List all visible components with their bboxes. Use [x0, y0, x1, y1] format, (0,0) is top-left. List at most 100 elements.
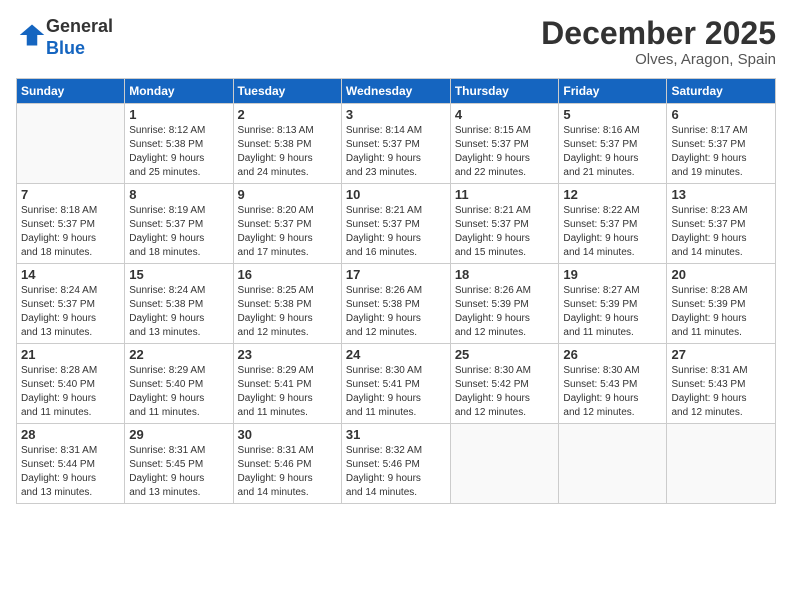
day-number: 20: [671, 267, 771, 282]
day-cell: 3Sunrise: 8:14 AM Sunset: 5:37 PM Daylig…: [341, 104, 450, 184]
logo-blue: Blue: [46, 38, 85, 58]
header-monday: Monday: [125, 79, 233, 104]
day-cell: 4Sunrise: 8:15 AM Sunset: 5:37 PM Daylig…: [450, 104, 559, 184]
day-cell: 8 Sunrise: 8:19 AM Sunset: 5:37 PM Daylig…: [125, 184, 233, 264]
day-cell: 23 Sunrise: 8:29 AM Sunset: 5:41 PM Dayli…: [233, 344, 341, 424]
day-number: 18: [455, 267, 555, 282]
week-row-2: 14 Sunrise: 8:24 AM Sunset: 5:37 PM Dayli…: [17, 264, 776, 344]
day-cell: 1 Sunrise: 8:12 AM Sunset: 5:38 PM Daylig…: [125, 104, 233, 184]
day-number: 9: [238, 187, 337, 202]
day-cell: 28Sunrise: 8:31 AM Sunset: 5:44 PM Dayli…: [17, 424, 125, 504]
week-row-3: 21 Sunrise: 8:28 AM Sunset: 5:40 PM Dayli…: [17, 344, 776, 424]
day-info: Sunrise: 8:31 AM Sunset: 5:45 PM Dayligh…: [129, 444, 228, 500]
day-cell: 6 Sunrise: 8:17 AM Sunset: 5:37 PM Daylig…: [667, 104, 776, 184]
calendar-table: SundayMondayTuesdayWednesdayThursdayFrid…: [16, 78, 776, 504]
day-number: 14: [21, 267, 120, 282]
day-number: 27: [671, 347, 771, 362]
header-tuesday: Tuesday: [233, 79, 341, 104]
day-number: 12: [563, 187, 662, 202]
day-info: Sunrise: 8:21 AM Sunset: 5:37 PM Dayligh…: [346, 204, 446, 260]
day-info: Sunrise: 8:24 AM Sunset: 5:38 PM Dayligh…: [129, 284, 228, 340]
day-number: 17: [346, 267, 446, 282]
day-cell: 29 Sunrise: 8:31 AM Sunset: 5:45 PM Dayli…: [125, 424, 233, 504]
day-info: Sunrise: 8:28 AM Sunset: 5:40 PM Dayligh…: [21, 364, 120, 420]
day-cell: 5Sunrise: 8:16 AM Sunset: 5:37 PM Daylig…: [559, 104, 667, 184]
day-cell: 13 Sunrise: 8:23 AM Sunset: 5:37 PM Dayli…: [667, 184, 776, 264]
day-info: Sunrise: 8:24 AM Sunset: 5:37 PM Dayligh…: [21, 284, 120, 340]
day-number: 16: [238, 267, 337, 282]
day-number: 22: [129, 347, 228, 362]
day-info: Sunrise: 8:30 AM Sunset: 5:43 PM Dayligh…: [563, 364, 662, 420]
day-number: 10: [346, 187, 446, 202]
day-info: Sunrise: 8:18 AM Sunset: 5:37 PM Dayligh…: [21, 204, 120, 260]
day-number: 28: [21, 427, 120, 442]
day-info: Sunrise: 8:16 AM Sunset: 5:37 PM Dayligh…: [563, 124, 662, 180]
header-thursday: Thursday: [450, 79, 559, 104]
day-number: 21: [21, 347, 120, 362]
header-friday: Friday: [559, 79, 667, 104]
day-cell: 21 Sunrise: 8:28 AM Sunset: 5:40 PM Dayli…: [17, 344, 125, 424]
day-number: 4: [455, 107, 555, 122]
day-info: Sunrise: 8:29 AM Sunset: 5:40 PM Dayligh…: [129, 364, 228, 420]
day-info: Sunrise: 8:30 AM Sunset: 5:41 PM Dayligh…: [346, 364, 446, 420]
day-cell: 18 Sunrise: 8:26 AM Sunset: 5:39 PM Dayli…: [450, 264, 559, 344]
day-cell: 31Sunrise: 8:32 AM Sunset: 5:46 PM Dayli…: [341, 424, 450, 504]
week-row-4: 28Sunrise: 8:31 AM Sunset: 5:44 PM Dayli…: [17, 424, 776, 504]
day-cell: 26 Sunrise: 8:30 AM Sunset: 5:43 PM Dayli…: [559, 344, 667, 424]
day-cell: 17Sunrise: 8:26 AM Sunset: 5:38 PM Dayli…: [341, 264, 450, 344]
day-info: Sunrise: 8:14 AM Sunset: 5:37 PM Dayligh…: [346, 124, 446, 180]
day-number: 13: [671, 187, 771, 202]
day-cell: 12 Sunrise: 8:22 AM Sunset: 5:37 PM Dayli…: [559, 184, 667, 264]
day-info: Sunrise: 8:31 AM Sunset: 5:46 PM Dayligh…: [238, 444, 337, 500]
day-info: Sunrise: 8:21 AM Sunset: 5:37 PM Dayligh…: [455, 204, 555, 260]
day-cell: 15 Sunrise: 8:24 AM Sunset: 5:38 PM Dayli…: [125, 264, 233, 344]
day-cell: 24 Sunrise: 8:30 AM Sunset: 5:41 PM Dayli…: [341, 344, 450, 424]
day-cell: 30 Sunrise: 8:31 AM Sunset: 5:46 PM Dayli…: [233, 424, 341, 504]
day-number: 15: [129, 267, 228, 282]
day-info: Sunrise: 8:29 AM Sunset: 5:41 PM Dayligh…: [238, 364, 337, 420]
day-cell: 14 Sunrise: 8:24 AM Sunset: 5:37 PM Dayli…: [17, 264, 125, 344]
day-info: Sunrise: 8:28 AM Sunset: 5:39 PM Dayligh…: [671, 284, 771, 340]
day-info: Sunrise: 8:23 AM Sunset: 5:37 PM Dayligh…: [671, 204, 771, 260]
day-cell: 27Sunrise: 8:31 AM Sunset: 5:43 PM Dayli…: [667, 344, 776, 424]
day-number: 11: [455, 187, 555, 202]
day-cell: 16 Sunrise: 8:25 AM Sunset: 5:38 PM Dayli…: [233, 264, 341, 344]
day-info: Sunrise: 8:12 AM Sunset: 5:38 PM Dayligh…: [129, 124, 228, 180]
logo-general: General: [46, 16, 113, 36]
day-number: 26: [563, 347, 662, 362]
header-sunday: Sunday: [17, 79, 125, 104]
month-title: December 2025: [541, 16, 776, 51]
day-number: 7: [21, 187, 120, 202]
day-info: Sunrise: 8:17 AM Sunset: 5:37 PM Dayligh…: [671, 124, 771, 180]
day-number: 30: [238, 427, 337, 442]
day-number: 25: [455, 347, 555, 362]
day-number: 1: [129, 107, 228, 122]
day-cell: [667, 424, 776, 504]
day-info: Sunrise: 8:22 AM Sunset: 5:37 PM Dayligh…: [563, 204, 662, 260]
day-info: Sunrise: 8:26 AM Sunset: 5:39 PM Dayligh…: [455, 284, 555, 340]
day-info: Sunrise: 8:20 AM Sunset: 5:37 PM Dayligh…: [238, 204, 337, 260]
day-info: Sunrise: 8:25 AM Sunset: 5:38 PM Dayligh…: [238, 284, 337, 340]
day-cell: 19 Sunrise: 8:27 AM Sunset: 5:39 PM Dayli…: [559, 264, 667, 344]
day-number: 19: [563, 267, 662, 282]
day-cell: 22 Sunrise: 8:29 AM Sunset: 5:40 PM Dayli…: [125, 344, 233, 424]
day-number: 23: [238, 347, 337, 362]
logo-icon: [18, 21, 46, 49]
page-container: General Blue December 2025 Olves, Aragon…: [0, 0, 792, 514]
day-number: 24: [346, 347, 446, 362]
header-wednesday: Wednesday: [341, 79, 450, 104]
day-info: Sunrise: 8:30 AM Sunset: 5:42 PM Dayligh…: [455, 364, 555, 420]
day-number: 6: [671, 107, 771, 122]
day-cell: 11 Sunrise: 8:21 AM Sunset: 5:37 PM Dayli…: [450, 184, 559, 264]
header-row: General Blue December 2025 Olves, Aragon…: [16, 16, 776, 68]
day-number: 8: [129, 187, 228, 202]
location: Olves, Aragon, Spain: [541, 51, 776, 68]
day-number: 29: [129, 427, 228, 442]
day-cell: 2Sunrise: 8:13 AM Sunset: 5:38 PM Daylig…: [233, 104, 341, 184]
week-row-1: 7 Sunrise: 8:18 AM Sunset: 5:37 PM Daylig…: [17, 184, 776, 264]
day-info: Sunrise: 8:19 AM Sunset: 5:37 PM Dayligh…: [129, 204, 228, 260]
calendar-header-row: SundayMondayTuesdayWednesdayThursdayFrid…: [17, 79, 776, 104]
week-row-0: 1 Sunrise: 8:12 AM Sunset: 5:38 PM Daylig…: [17, 104, 776, 184]
title-block: December 2025 Olves, Aragon, Spain: [541, 16, 776, 68]
day-info: Sunrise: 8:27 AM Sunset: 5:39 PM Dayligh…: [563, 284, 662, 340]
